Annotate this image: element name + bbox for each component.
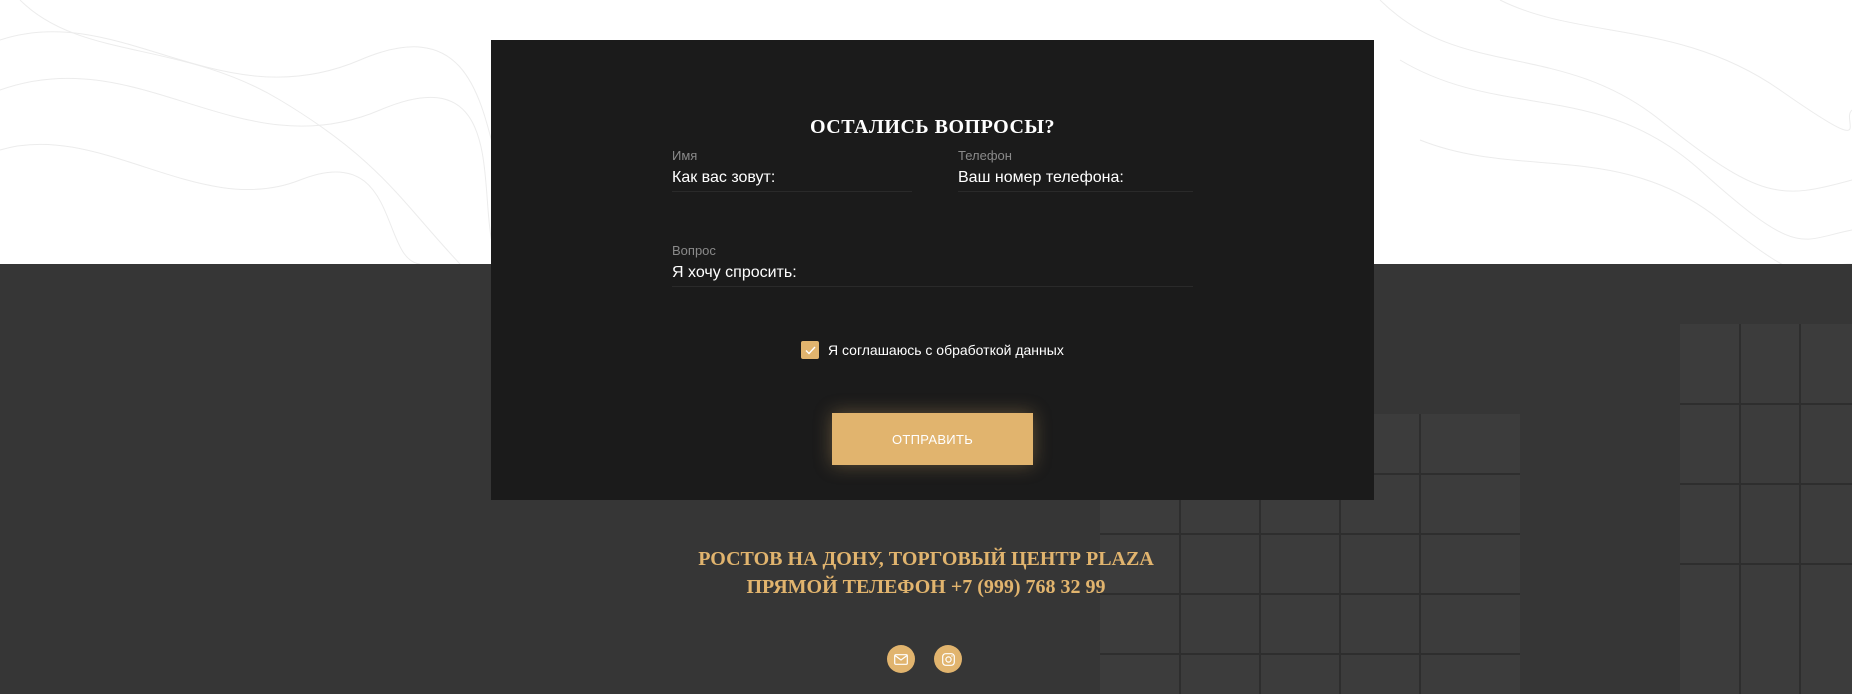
question-field[interactable]: Вопрос [672, 243, 1193, 287]
consent-label: Я соглашаюсь с обработкой данных [828, 342, 1064, 358]
phone-label: Телефон [958, 148, 1012, 163]
phone-text[interactable]: ПРЯМОЙ ТЕЛЕФОН +7 (999) 768 32 99 [0, 573, 1852, 601]
mail-icon-glyph [894, 653, 908, 665]
name-label: Имя [672, 148, 698, 163]
address-text: РОСТОВ НА ДОНУ, ТОРГОВЫЙ ЦЕНТР PLAZA [698, 548, 1154, 570]
question-input[interactable] [672, 264, 1193, 282]
form-title: ОСТАЛИСЬ ВОПРОСЫ? [809, 116, 1056, 138]
name-field[interactable]: Имя [672, 148, 912, 192]
checkmark-icon [805, 346, 816, 355]
consent-checkbox[interactable] [801, 341, 819, 359]
question-form: ОСТАЛИСЬ ВОПРОСЫ? Имя Телефон Вопрос Я с… [491, 40, 1374, 500]
contact-info: РОСТОВ НА ДОНУ, ТОРГОВЫЙ ЦЕНТР PLAZA ПРЯ… [0, 545, 1852, 601]
consent-checkbox-row[interactable]: Я соглашаюсь с обработкой данных [801, 340, 1064, 360]
mail-icon[interactable] [887, 645, 915, 673]
instagram-icon-glyph [941, 652, 955, 666]
name-input[interactable] [672, 169, 912, 187]
phone-input[interactable] [958, 169, 1193, 187]
instagram-icon[interactable] [934, 645, 962, 673]
phone-field[interactable]: Телефон [958, 148, 1193, 192]
submit-button[interactable]: ОТПРАВИТЬ [832, 413, 1033, 465]
question-label: Вопрос [672, 243, 716, 258]
